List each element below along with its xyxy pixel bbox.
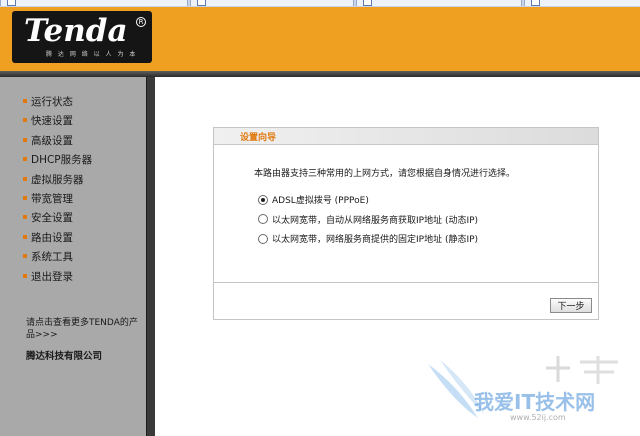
page-icon [363, 0, 372, 6]
sidebar-item-label: 带宽管理 [31, 192, 73, 205]
bullet-icon [23, 176, 27, 181]
wizard-description: 本路由器支持三种常用的上网方式，请您根据自身情况进行选择。 [254, 169, 516, 179]
logo-text: Tenda [24, 13, 128, 49]
browser-tab[interactable] [356, 0, 522, 6]
sidebar-item-label: 退出登录 [31, 270, 73, 283]
wizard-title-bar: 设置向导 [214, 128, 598, 145]
sidebar-item-status[interactable]: 运行状态 [23, 93, 92, 112]
sidebar-item-routing[interactable]: 路由设置 [23, 229, 92, 248]
bullet-icon [23, 215, 27, 220]
browser-tab[interactable] [524, 0, 640, 6]
sidebar-menu: 运行状态 快速设置 高级设置 DHCP服务器 虚拟服务器 带宽管理 安全设置 路… [23, 93, 92, 287]
sidebar-item-label: 安全设置 [31, 212, 73, 225]
bullet-icon [23, 157, 27, 162]
main-content: 设置向导 本路由器支持三种常用的上网方式，请您根据自身情况进行选择。 ADSL虚… [155, 77, 640, 436]
page-icon [7, 0, 16, 6]
sidebar-item-quick-setup[interactable]: 快速设置 [23, 112, 92, 131]
company-name: 腾达科技有限公司 [26, 351, 103, 362]
sidebar: 运行状态 快速设置 高级设置 DHCP服务器 虚拟服务器 带宽管理 安全设置 路… [0, 77, 146, 436]
option-label: ADSL虚拟拨号 (PPPoE) [272, 196, 369, 206]
wizard-separator [214, 282, 598, 283]
sidebar-item-advanced[interactable]: 高级设置 [23, 132, 92, 151]
bullet-icon [23, 118, 27, 123]
header: Tenda R 腾 达 网 络 以 人 为 本 [0, 7, 640, 71]
registered-mark: R [136, 17, 146, 27]
sidebar-item-logout[interactable]: 退出登录 [23, 268, 92, 287]
bullet-icon [23, 234, 27, 239]
logo-slogan: 腾 达 网 络 以 人 为 本 [46, 51, 138, 58]
bullet-icon [23, 273, 27, 278]
option-label: 以太网宽带，自动从网络服务商获取IP地址 (动态IP) [272, 215, 479, 226]
sidebar-item-label: 系统工具 [31, 251, 73, 264]
sidebar-item-label: 快速设置 [31, 115, 73, 128]
sidebar-item-label: 路由设置 [31, 231, 73, 244]
option-dynamic-ip[interactable]: 以太网宽带，自动从网络服务商获取IP地址 (动态IP) [258, 212, 478, 232]
sidebar-item-label: 高级设置 [31, 134, 73, 147]
sidebar-item-label: 虚拟服务器 [31, 173, 84, 186]
bullet-icon [23, 137, 27, 142]
option-label: 以太网宽带，网络服务商提供的固定IP地址 (静态IP) [272, 235, 479, 245]
sidebar-item-bandwidth[interactable]: 带宽管理 [23, 190, 92, 209]
bullet-icon [23, 254, 27, 259]
radio-button[interactable] [258, 233, 268, 244]
option-static-ip[interactable]: 以太网宽带，网络服务商提供的固定IP地址 (静态IP) [258, 231, 478, 251]
bullet-icon [23, 99, 27, 103]
wizard-title: 设置向导 [240, 133, 277, 143]
more-products-link[interactable]: 请点击查看更多TENDA的产品>>> [26, 317, 138, 341]
sidebar-item-dhcp[interactable]: DHCP服务器 [23, 151, 92, 170]
page-icon [531, 0, 540, 6]
page-icon [197, 0, 206, 6]
browser-tab[interactable] [190, 0, 354, 6]
radio-button[interactable] [258, 214, 268, 224]
browser-tab[interactable] [0, 0, 188, 6]
sidebar-item-virtual-server[interactable]: 虚拟服务器 [23, 171, 92, 190]
connection-type-options: ADSL虚拟拨号 (PPPoE) 以太网宽带，自动从网络服务商获取IP地址 (动… [258, 192, 478, 251]
bullet-icon [23, 195, 27, 200]
sidebar-item-system-tools[interactable]: 系统工具 [23, 248, 92, 267]
sidebar-divider [146, 77, 155, 436]
option-pppoe[interactable]: ADSL虚拟拨号 (PPPoE) [258, 192, 478, 212]
sidebar-item-label: 运行状态 [31, 96, 73, 108]
setup-wizard-panel: 设置向导 本路由器支持三种常用的上网方式，请您根据自身情况进行选择。 ADSL虚… [213, 127, 599, 320]
sidebar-item-security[interactable]: 安全设置 [23, 209, 92, 228]
sidebar-item-label: DHCP服务器 [31, 154, 93, 167]
next-button[interactable]: 下一步 [550, 298, 592, 313]
radio-button-checked[interactable] [258, 194, 268, 205]
tenda-logo: Tenda R 腾 达 网 络 以 人 为 本 [12, 11, 152, 63]
